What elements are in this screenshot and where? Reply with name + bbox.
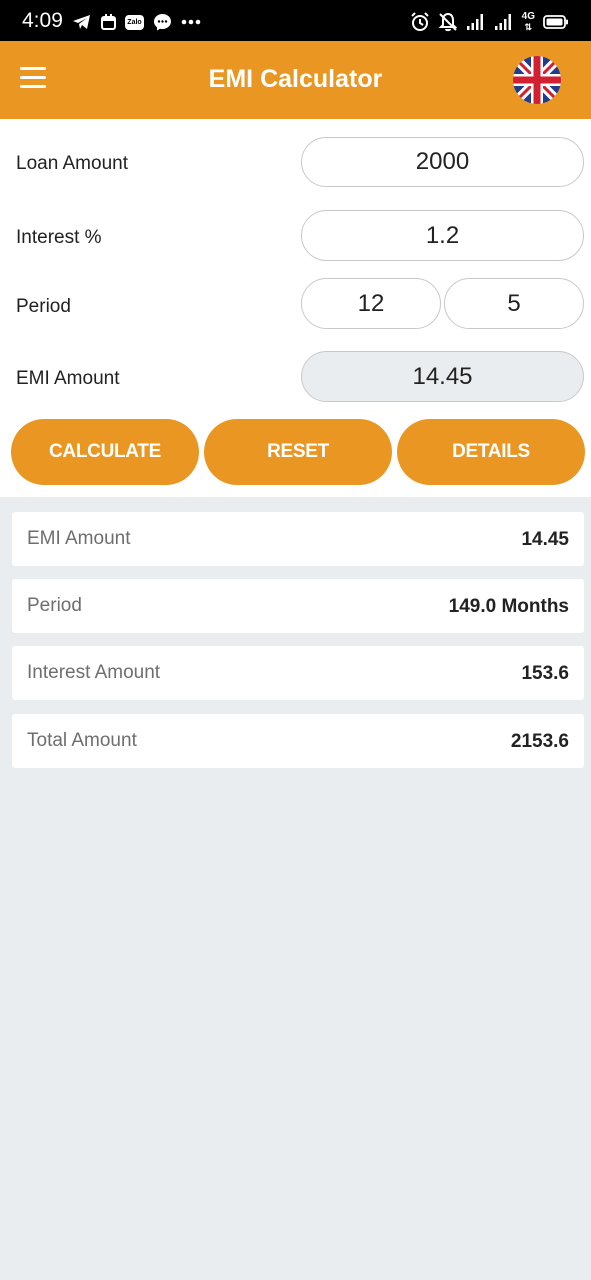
network-4g-icon: 4G ⇅ (521, 10, 535, 32)
emi-amount-field: 14.45 (301, 351, 584, 402)
page-title: EMI Calculator (208, 65, 383, 93)
calendar-icon (101, 14, 116, 30)
emi-amount-label: EMI Amount (16, 368, 120, 389)
period-input-primary[interactable]: 12 (301, 278, 441, 329)
result-total-amount: Total Amount 2153.6 (12, 714, 584, 768)
interest-label: Interest % (16, 227, 102, 248)
result-value: 14.45 (521, 529, 569, 550)
result-label: EMI Amount (27, 528, 131, 549)
signal-icon (466, 14, 483, 30)
signal-icon (494, 14, 511, 30)
status-bar: 4:09 Zalo 4G ⇅ (0, 0, 591, 41)
notifications-off-icon (438, 12, 458, 32)
app-bar: EMI Calculator (0, 41, 591, 119)
details-button[interactable]: DETAILS (397, 419, 585, 485)
emi-form: Loan Amount 2000 Interest % 1.2 Period 1… (0, 119, 591, 497)
uk-flag-icon[interactable] (513, 56, 561, 104)
calculate-button[interactable]: CALCULATE (11, 419, 199, 485)
interest-input[interactable]: 1.2 (301, 210, 584, 261)
period-input-secondary[interactable]: 5 (444, 278, 584, 329)
result-label: Total Amount (27, 730, 137, 751)
more-dots-icon (181, 19, 201, 25)
period-label: Period (16, 296, 71, 317)
result-label: Period (27, 595, 82, 616)
zalo-icon: Zalo (125, 14, 144, 30)
messenger-icon (154, 14, 171, 31)
result-value: 2153.6 (510, 731, 569, 752)
loan-amount-label: Loan Amount (16, 153, 128, 174)
battery-icon (543, 15, 568, 29)
notification-icons: Zalo (72, 12, 201, 32)
loan-amount-input[interactable]: 2000 (301, 137, 584, 187)
result-emi-amount: EMI Amount 14.45 (12, 512, 584, 566)
reset-button[interactable]: RESET (204, 419, 392, 485)
result-value: 153.6 (521, 663, 569, 684)
status-time: 4:09 (22, 9, 63, 32)
result-label: Interest Amount (27, 662, 161, 683)
result-value: 149.0 Months (448, 596, 569, 617)
alarm-icon (410, 12, 429, 31)
result-interest-amount: Interest Amount 153.6 (12, 646, 584, 700)
result-period: Period 149.0 Months (12, 579, 584, 633)
network-label: 4G (521, 10, 535, 22)
telegram-icon (73, 15, 90, 29)
system-icons: 4G ⇅ (410, 11, 569, 33)
